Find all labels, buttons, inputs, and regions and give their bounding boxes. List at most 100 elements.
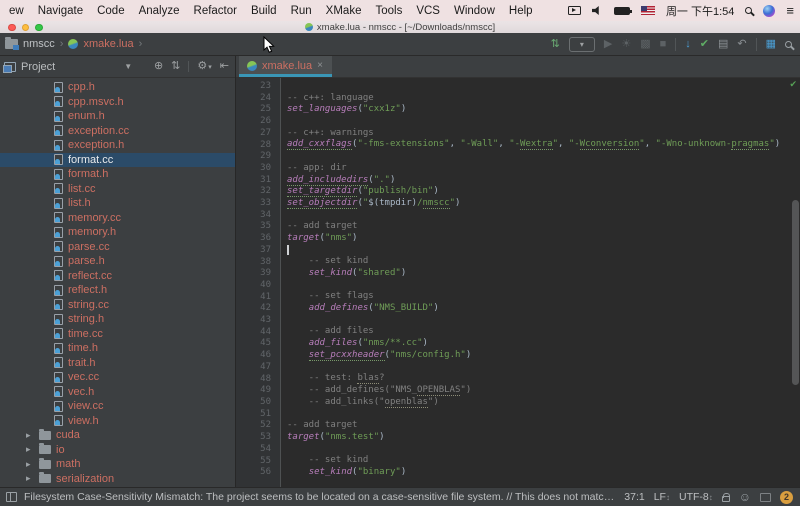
notification-center-icon[interactable]: ≡ [786,4,794,17]
code-line[interactable]: add_defines("NMS_BUILD") [287,303,800,315]
code-line[interactable]: target("nms") [287,233,800,245]
menu-navigate[interactable]: Navigate [31,5,90,17]
tree-item-string.cc[interactable]: string.cc [0,298,235,313]
tree-item-cuda[interactable]: ▸ cuda [0,428,235,443]
tree-item-trait.h[interactable]: trait.h [0,356,235,371]
menu-refactor[interactable]: Refactor [187,5,244,17]
tree-item-parse.h[interactable]: parse.h [0,254,235,269]
tree-item-vec.cc[interactable]: vec.cc [0,370,235,385]
breadcrumb-xmake.lua[interactable]: xmake.lua [83,38,133,50]
airplay-display-icon[interactable] [567,6,581,15]
hector-inspector-icon[interactable]: ☺ [739,491,751,503]
project-panel-header[interactable]: Project ▼ ⊕ ⇅ ⚙▾ ⇤ [0,56,235,78]
menu-window[interactable]: Window [447,5,502,17]
tree-item-memory.cc[interactable]: memory.cc [0,211,235,226]
code-line[interactable] [287,362,800,374]
window-titlebar[interactable]: xmake.lua - nmscc - [~/Downloads/nmscc] [0,21,800,33]
tree-item-exception.cc[interactable]: exception.cc [0,124,235,139]
tree-item-list.cc[interactable]: list.cc [0,182,235,197]
tree-item-cpp.msvc.h[interactable]: cpp.msvc.h [0,95,235,110]
volume-icon[interactable] [591,6,599,15]
siri-icon[interactable] [763,4,776,17]
code-line[interactable] [287,244,800,257]
inspection-status-icon[interactable]: ✔ [789,79,797,90]
menu-tools[interactable]: Tools [368,5,409,17]
collapse-all-icon[interactable]: ⇅ [171,61,180,72]
code-line[interactable] [287,443,800,455]
vcs-rollback-icon[interactable]: ↶ [737,38,746,50]
tree-item-view.h[interactable]: view.h [0,414,235,429]
project-view-dropdown-icon[interactable]: ▼ [124,62,132,71]
tab-xmake-lua[interactable]: xmake.lua × [239,56,332,77]
code-line[interactable]: set_pcxxheader("nms/config.h") [287,349,800,362]
minimize-window-button[interactable] [21,23,29,31]
tree-item-enum.h[interactable]: enum.h [0,109,235,124]
editor-scrollbar[interactable] [792,200,799,385]
line-separator-indicator[interactable]: LF↕ [654,491,670,503]
code-line[interactable] [287,151,800,163]
menubar-clock[interactable]: 周一 下午1:54 [666,3,734,19]
tree-item-memory.h[interactable]: memory.h [0,225,235,240]
tree-item-view.cc[interactable]: view.cc [0,399,235,414]
code-line[interactable]: set_targetdir("publish/bin") [287,186,800,198]
code-line[interactable]: add_cxxflags("-fms-extensions", "-Wall",… [287,139,800,151]
zoom-window-button[interactable] [35,23,43,31]
code-line[interactable] [287,116,800,128]
vcs-diff-icon[interactable]: ▤ [718,38,728,50]
tree-item-time.cc[interactable]: time.cc [0,327,235,342]
editor-body[interactable]: 23 24 25 26 27 28 29 30 31 32 33 34 35 36 37 38 39 40 41 42… [236,78,800,487]
tree-item-exception.h[interactable]: exception.h [0,138,235,153]
run-icon[interactable]: ▶ [604,38,612,50]
vcs-commit-icon[interactable]: ✔ [700,38,709,50]
code-line[interactable] [287,408,800,420]
vcs-update-icon[interactable]: ↓ [685,38,691,50]
menu-vcs[interactable]: VCS [409,5,447,17]
menu-analyze[interactable]: Analyze [132,5,187,17]
code-line[interactable]: -- set kind [287,455,800,467]
code-line[interactable]: -- add_links("openblas") [287,396,800,409]
encoding-indicator[interactable]: UTF-8↕ [679,491,713,503]
project-file-tree[interactable]: cpp.h cpp.msvc.h enum.h exception.cc excepti… [0,78,235,487]
search-everywhere-icon[interactable] [785,40,792,48]
menu-ew[interactable]: ew [2,5,31,17]
breadcrumb-nmscc[interactable]: nmscc [23,38,55,50]
code-line[interactable]: -- add target [287,221,800,233]
expand-arrow-icon[interactable]: ▸ [26,430,34,441]
tree-item-io[interactable]: ▸ io [0,443,235,458]
editor-gutter[interactable]: 23 24 25 26 27 28 29 30 31 32 33 34 35 36 37 38 39 40 41 42… [236,78,281,487]
code-line[interactable]: -- set flags [287,291,800,303]
caret-position-indicator[interactable]: 37:1 [624,491,644,503]
build-variant-icon[interactable]: ⇅ [551,38,560,50]
code-line[interactable] [287,210,800,222]
menu-help[interactable]: Help [502,5,540,17]
tree-item-math[interactable]: ▸ math [0,457,235,472]
menu-xmake[interactable]: XMake [319,5,369,17]
tree-item-time.h[interactable]: time.h [0,341,235,356]
readonly-lock-icon[interactable] [721,492,730,502]
menu-build[interactable]: Build [244,5,284,17]
input-language-flag-icon[interactable] [640,6,655,15]
code-line[interactable]: -- add_defines("NMS_OPENBLAS") [287,384,800,397]
expand-arrow-icon[interactable]: ▸ [26,473,34,484]
code-line[interactable]: set_objectdir("$(tmpdir)/nmscc") [287,197,800,210]
tree-item-reflect.h[interactable]: reflect.h [0,283,235,298]
code-line[interactable]: -- set kind [287,256,800,268]
code-line[interactable]: set_languages("cxx1z") [287,104,800,116]
code-line[interactable]: -- add target [287,420,800,432]
code-line[interactable]: add_files("nms/**.cc") [287,338,800,350]
code-line[interactable]: -- c++: language [287,93,800,105]
hide-panel-icon[interactable]: ⇤ [220,61,229,72]
tree-item-list.h[interactable]: list.h [0,196,235,211]
tree-item-cpp.h[interactable]: cpp.h [0,80,235,95]
code-line[interactable]: set_kind("binary") [287,467,800,479]
tree-item-format.h[interactable]: format.h [0,167,235,182]
code-line[interactable]: -- add files [287,326,800,338]
locate-icon[interactable]: ⊕ [154,61,163,72]
tab-close-icon[interactable]: × [317,60,323,71]
tree-item-format.cc[interactable]: format.cc [0,152,235,167]
status-message[interactable]: Filesystem Case-Sensitivity Mismatch: Th… [24,491,617,503]
expand-arrow-icon[interactable]: ▸ [26,444,34,455]
menu-run[interactable]: Run [284,5,319,17]
battery-icon[interactable] [613,6,632,15]
tree-item-parse.cc[interactable]: parse.cc [0,240,235,255]
